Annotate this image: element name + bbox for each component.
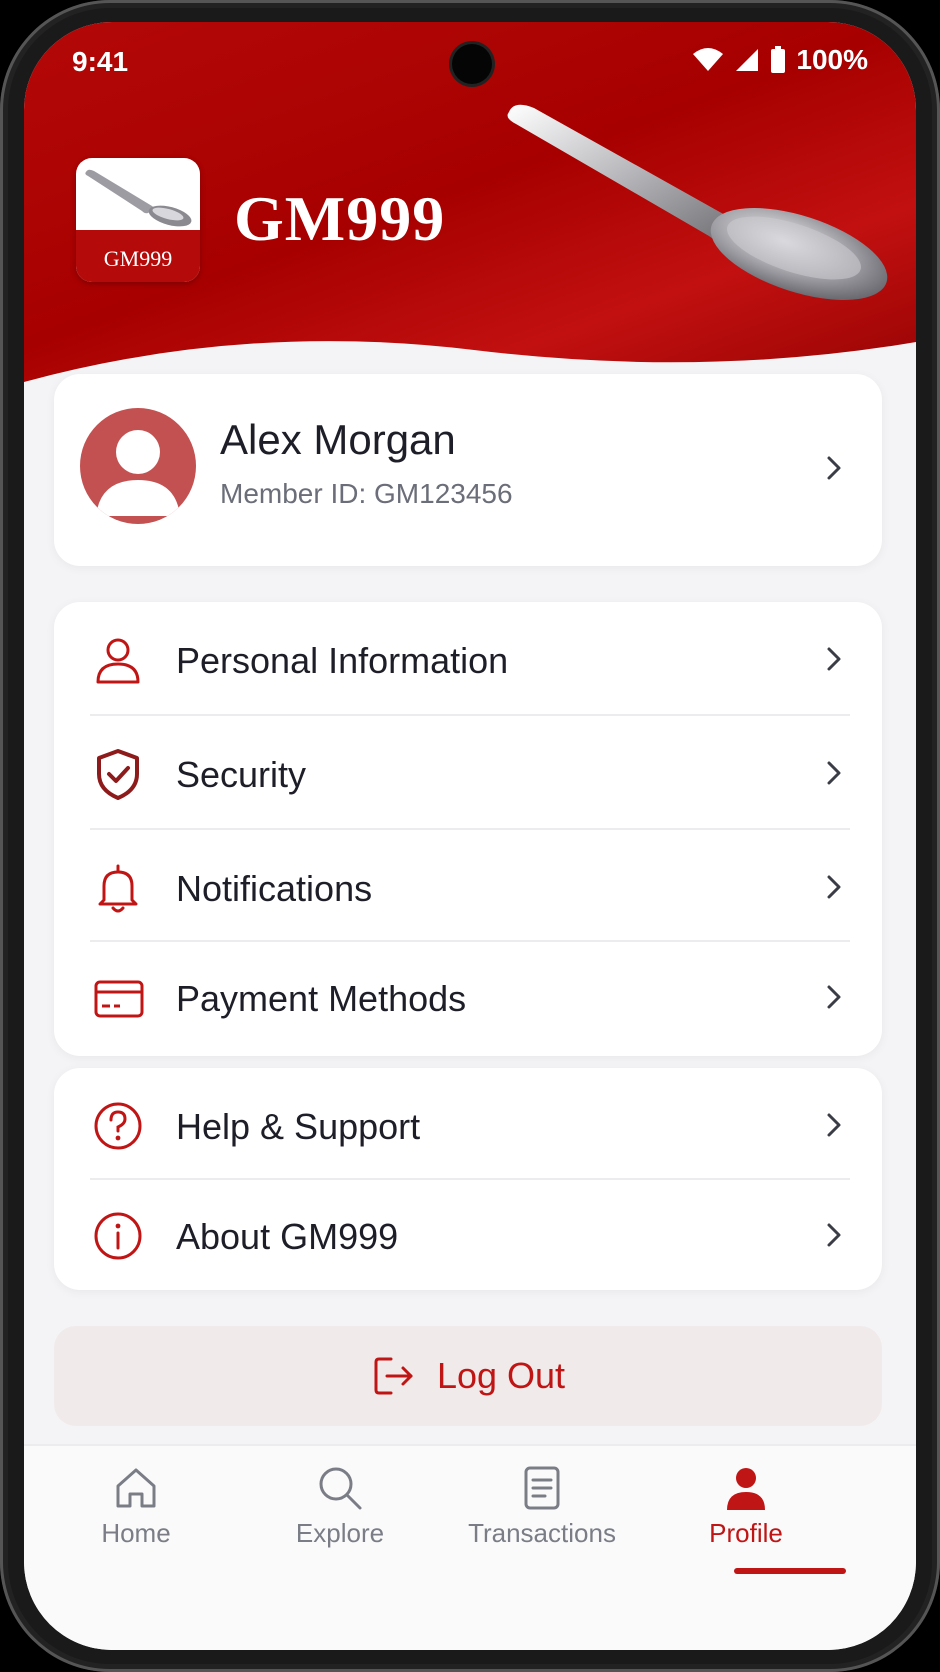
profile-name: Alex Morgan <box>220 416 456 463</box>
member-id: Member ID: GM123456 <box>220 478 513 509</box>
chevron-right-icon <box>827 456 841 480</box>
app-logo: GM999 <box>76 158 200 282</box>
logout-label: Log Out <box>436 1355 566 1396</box>
chevron-right-icon <box>827 761 841 785</box>
account-settings-card: Personal Information Security Notificati… <box>54 602 882 1056</box>
nav-label: Home <box>101 1518 171 1548</box>
menu-item-help-support[interactable]: Help & Support <box>54 1068 882 1182</box>
nav-home[interactable]: Home <box>46 1464 226 1584</box>
user-icon <box>727 1468 765 1510</box>
home-icon <box>116 1468 156 1508</box>
menu-item-about[interactable]: About GM999 <box>54 1178 882 1292</box>
menu-item-security[interactable]: Security <box>54 716 882 830</box>
bottom-navigation: Home Explore Transactions Profile <box>24 1444 916 1650</box>
info-circle-icon <box>94 1212 142 1260</box>
battery-icon <box>771 46 786 73</box>
menu-item-label: Help & Support <box>176 1106 421 1147</box>
cellular-signal-icon <box>736 49 759 71</box>
status-bar: 9:41 100% <box>24 22 916 112</box>
menu-item-label: Payment Methods <box>176 978 467 1019</box>
chevron-right-icon <box>827 1113 841 1137</box>
avatar <box>80 408 196 524</box>
nav-label: Profile <box>709 1518 783 1548</box>
logo-spoon-icon <box>85 169 192 227</box>
chevron-right-icon <box>827 1223 841 1247</box>
logout-icon <box>374 1357 413 1395</box>
nav-explore[interactable]: Explore <box>250 1464 430 1584</box>
chevron-right-icon <box>827 875 841 899</box>
profile-card[interactable]: Alex Morgan Member ID: GM123456 <box>54 374 882 566</box>
bell-icon <box>98 864 138 913</box>
menu-item-personal-information[interactable]: Personal Information <box>54 602 882 716</box>
nav-label: Transactions <box>468 1518 616 1548</box>
logo-text: GM999 <box>103 246 173 271</box>
chevron-right-icon <box>827 647 841 671</box>
search-icon <box>319 1467 362 1510</box>
support-card: Help & Support About GM999 <box>54 1068 882 1290</box>
menu-item-payment-methods[interactable]: Payment Methods <box>54 940 882 1054</box>
nav-label: Explore <box>295 1518 385 1548</box>
battery-percentage: 100% <box>796 44 868 75</box>
status-icons: 100% <box>692 44 868 76</box>
avatar-person-icon <box>96 430 180 516</box>
brand-title: GM999 <box>234 183 446 254</box>
logout-content: Log Out <box>54 1326 882 1426</box>
nav-transactions[interactable]: Transactions <box>452 1464 632 1584</box>
shield-check-icon <box>97 749 139 800</box>
wifi-icon <box>693 48 724 71</box>
menu-item-label: Security <box>176 754 307 795</box>
front-camera <box>452 44 492 84</box>
active-tab-indicator <box>734 1568 846 1574</box>
spoon-illustration <box>507 104 888 300</box>
menu-item-label: About GM999 <box>176 1216 399 1257</box>
document-icon <box>524 1466 560 1510</box>
menu-item-label: Personal Information <box>176 640 509 681</box>
phone-frame: 9:41 100% GM999 GM999 Alex Morgan Member… <box>0 0 940 1672</box>
nav-profile[interactable]: Profile <box>656 1464 836 1584</box>
help-circle-icon <box>94 1102 142 1150</box>
app-screen: 9:41 100% GM999 GM999 Alex Morgan Member… <box>24 22 916 1650</box>
menu-item-label: Notifications <box>176 868 373 909</box>
chevron-right-icon <box>827 985 841 1009</box>
person-icon <box>96 638 140 684</box>
app-header: 9:41 100% GM999 GM999 <box>24 22 916 422</box>
credit-card-icon <box>94 980 144 1018</box>
menu-item-notifications[interactable]: Notifications <box>54 830 882 944</box>
status-time: 9:41 <box>72 46 129 77</box>
logout-button[interactable]: Log Out <box>54 1326 882 1426</box>
